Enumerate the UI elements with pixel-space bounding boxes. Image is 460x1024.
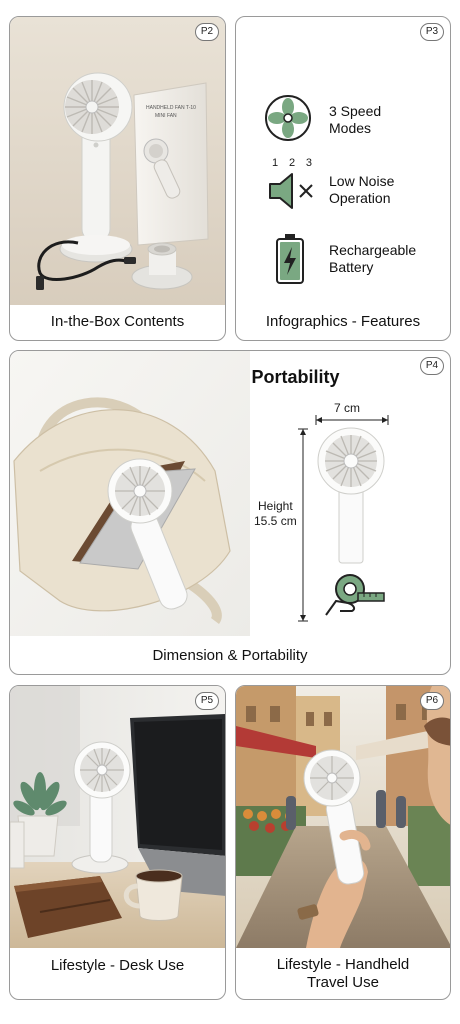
speed-labels: 1 2 3 [272,157,312,169]
caption-line: Lifestyle - Handheld [276,956,410,973]
feature-line: Modes [329,120,372,136]
panel-dimensions: P4 Dimensions & Portability [9,350,451,675]
panel-badge: P5 [195,692,219,710]
panel-features: P3 1 2 3 3 Speed Modes Low Noise Operati… [235,16,451,341]
feature-battery-text: Rechargeable Battery [329,242,416,276]
height-label: Height 15.5 cm [254,499,297,529]
panel-caption: Dimension & Portability [152,647,308,664]
box-title-text: HANDHELD FAN T-10 [146,105,196,111]
panel-in-the-box: P2 HANDHELD FAN T-10 MINI FAN In-the-Box… [9,16,226,341]
speed-label-1: 1 [272,157,279,169]
speaker-mute-icon [269,173,313,209]
panel-badge: P2 [195,23,219,41]
panel-badge: P4 [420,357,444,375]
feature-noise-text: Low Noise Operation [329,173,394,207]
feature-speed-text: 3 Speed Modes [329,103,381,137]
feature-line: Battery [329,259,374,275]
travel-use-photo [236,686,450,948]
fan-dimension-image [317,427,385,564]
battery-charging-icon [276,234,304,284]
measuring-tape-icon [325,574,385,616]
height-label-line: Height [258,499,293,513]
panel-caption: Infographics - Features [265,313,421,330]
box-subtitle-text: MINI FAN [155,113,177,119]
feature-line: Rechargeable [329,242,417,258]
caption-line: Travel Use [307,974,379,991]
desk-use-photo [10,686,225,948]
panel-caption: Lifestyle - Handheld Travel Use [236,956,450,992]
in-the-box-photo: HANDHELD FAN T-10 MINI FAN [10,17,225,305]
panel-badge: P3 [420,23,444,41]
height-label-line: 15.5 cm [254,514,297,528]
panel-caption: In-the-Box Contents [50,313,185,330]
panel-caption: Lifestyle - Desk Use [50,957,185,974]
panel-desk-use: P5 Lifestyle - Desk Use [9,685,226,1000]
height-dimension-line [298,428,308,622]
tote-bag-photo [10,351,250,636]
panel-travel-use: P6 Lifestyle - Handheld Travel Use [235,685,451,1000]
speed-label-3: 3 [305,157,312,169]
feature-line: Operation [329,190,391,206]
feature-line: 3 Speed [329,103,382,119]
feature-line: Low Noise [329,173,395,189]
panel-badge: P6 [420,692,444,710]
fan-speed-icon [265,95,311,141]
speed-label-2: 2 [288,157,296,169]
